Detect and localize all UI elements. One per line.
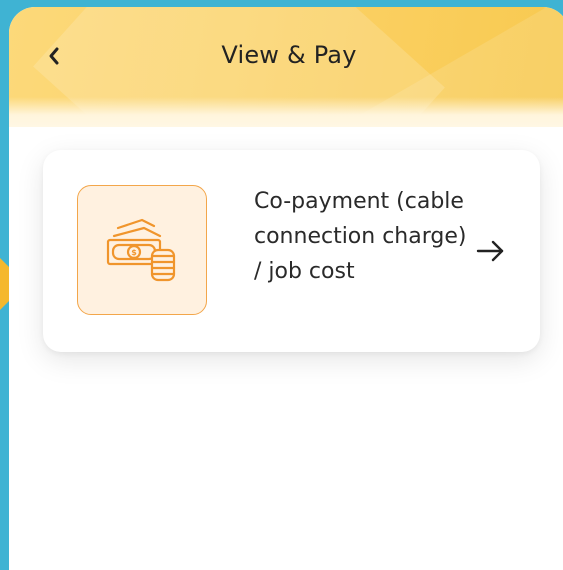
co-payment-option-card[interactable]: $ Co-payment (cable connection charge) /… (43, 150, 540, 352)
payment-option-label: Co-payment (cable connection charge) / j… (254, 189, 467, 284)
cash-coins-icon: $ (106, 218, 176, 282)
screen-frame: View & Pay $ Co-payment (cable connectio… (0, 0, 563, 570)
svg-text:$: $ (131, 248, 137, 257)
page-title: View & Pay (221, 41, 357, 69)
payment-icon-tile: $ (77, 185, 207, 315)
arrow-right-icon (476, 240, 504, 262)
header-fade (9, 97, 563, 127)
app-header: View & Pay (9, 7, 563, 127)
app-screen: View & Pay $ Co-payment (cable connectio… (9, 7, 563, 570)
